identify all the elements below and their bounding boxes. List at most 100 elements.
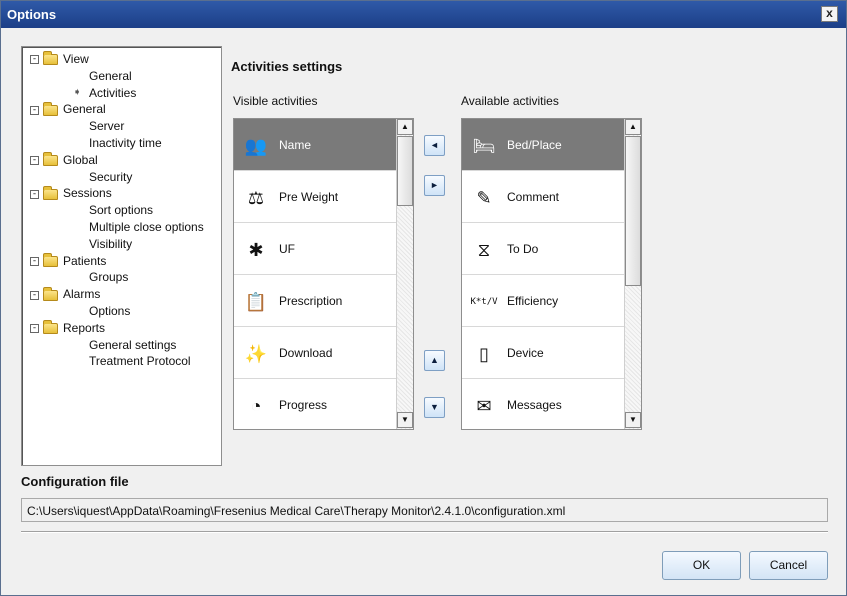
visible-activities-list[interactable]: 👥 Name ⚖ Pre Weight ✱ UF 📋 Prescription ✨ Downloa… [233,118,414,430]
tree-leaf-label: Options [89,304,131,318]
activity-row[interactable]: ✉ Messages [462,379,624,429]
tree-leaf[interactable]: Treatment Protocol [89,353,191,369]
separator [21,531,828,533]
collapse-toggle-icon[interactable]: - [30,290,39,300]
folder-icon [43,51,58,66]
scroll-thumb[interactable] [397,136,413,206]
folder-icon [43,185,58,200]
tree-leaf-label: General [89,68,132,83]
config-file-path: C:\Users\iquest\AppData\Roaming\Freseniu… [21,498,828,522]
folder-icon [43,286,58,301]
folder-icon [43,152,58,167]
activity-label: Name [279,138,312,152]
scroll-down-button[interactable]: ▼ [397,412,413,428]
tree-node[interactable]: - Sessions [30,185,112,201]
activity-row[interactable]: ◔ Progress [234,379,396,429]
activity-row[interactable]: ⚖ Pre Weight [234,171,396,223]
activity-label: Comment [507,190,560,204]
tree-leaf-label: Inactivity time [89,136,162,150]
collapse-toggle-icon[interactable]: - [30,189,39,199]
close-button[interactable]: x [821,6,838,22]
cancel-button[interactable]: Cancel [749,551,828,580]
tree-leaf[interactable]: Visibility [89,236,132,252]
scroll-down-button[interactable]: ▼ [625,412,641,428]
tree-node[interactable]: - Reports [30,320,105,336]
tree-node-label: Alarms [63,287,101,302]
tree-node[interactable]: - Global [30,152,98,168]
activity-label: Progress [279,398,328,412]
scroll-up-button[interactable]: ▲ [625,119,641,135]
hourglass-icon: ⧖ [477,240,491,260]
tree-leaf[interactable]: Inactivity time [89,135,162,151]
activity-row[interactable]: 🛏 Bed/Place [462,119,624,171]
activity-label: UF [279,242,295,256]
collapse-toggle-icon[interactable]: - [30,324,39,334]
tree-leaf-label: General settings [89,337,177,352]
folder-icon [43,252,58,267]
activity-label: Prescription [279,294,343,308]
current-arrow-icon: ➧ [73,86,82,98]
tree-leaf[interactable]: Multiple close options [89,219,204,235]
collapse-toggle-icon[interactable]: - [30,105,39,115]
tree-node[interactable]: - Patients [30,252,107,269]
window-title: Options [7,7,57,22]
options-tree[interactable]: - View General ➧ Activities - General Server Ina… [21,46,222,466]
move-down-button[interactable]: ▼ [424,397,445,418]
activity-row[interactable]: ▯ Device [462,327,624,379]
tree-leaf[interactable]: Groups [89,269,128,285]
tree-node-label: View [63,52,89,66]
envelope-icon: ✉ [476,396,492,416]
collapse-toggle-icon[interactable]: - [30,55,39,65]
activity-row[interactable]: 📋 Prescription [234,275,396,327]
activity-label: Pre Weight [279,190,339,204]
options-dialog: Options x - View General ➧ Activities - Genera… [0,0,847,596]
move-to-visible-button[interactable]: ◄ [424,135,445,156]
collapse-toggle-icon[interactable]: - [30,156,39,166]
tree-leaf[interactable]: General settings [89,337,176,353]
title-bar: Options x [1,1,846,28]
tree-node[interactable]: - View [30,51,89,67]
uf-icon: ✱ [248,240,264,260]
tree-node-label: Patients [63,253,107,268]
tree-leaf-label: Activities [89,85,137,100]
activity-label: Download [279,346,333,360]
move-up-button[interactable]: ▲ [424,350,445,371]
config-file-title: Configuration file [21,474,129,489]
activity-row[interactable]: K*t/V Efficiency [462,275,624,327]
move-to-available-button[interactable]: ► [424,175,445,196]
tree-leaf[interactable]: Security [89,169,132,185]
formula-icon: K*t/V [470,297,498,307]
tree-leaf-label: Visibility [89,236,133,251]
tree-leaf[interactable]: Sort options [89,202,153,218]
tree-node[interactable]: - Alarms [30,286,100,302]
scroll-up-button[interactable]: ▲ [397,119,413,135]
folder-icon [43,101,58,116]
comment-icon: ✎ [476,188,492,208]
tree-node[interactable]: - General [30,101,106,117]
tree-leaf[interactable]: Options [89,303,130,319]
progress-icon: ◔ [250,396,262,416]
scroll-thumb[interactable] [625,136,641,286]
available-activities-list[interactable]: 🛏 Bed/Place ✎ Comment ⧖ To Do K*t/V Efficiency ▯… [461,118,642,430]
activity-label: Bed/Place [507,138,562,152]
activity-label: Device [507,346,544,360]
tree-leaf[interactable]: Server [89,118,124,134]
ok-button[interactable]: OK [662,551,741,580]
people-icon: 👥 [244,136,268,156]
bed-icon: 🛏 [472,136,496,156]
activity-row[interactable]: ✱ UF [234,223,396,275]
activity-row[interactable]: ✎ Comment [462,171,624,223]
activity-label: To Do [507,242,539,256]
tree-leaf[interactable]: ➧ Activities [73,85,137,101]
available-list-scrollbar[interactable]: ▲ ▼ [624,119,641,429]
visible-activities-label: Visible activities [233,94,318,108]
folder-icon [43,320,58,335]
activity-row[interactable]: ⧖ To Do [462,223,624,275]
tree-node-label: General [63,102,106,117]
visible-list-scrollbar[interactable]: ▲ ▼ [396,119,413,429]
activity-row[interactable]: 👥 Name [234,119,396,171]
activity-row[interactable]: ✨ Download [234,327,396,379]
tree-leaf[interactable]: General [89,68,132,84]
tree-node-label: Global [63,152,98,167]
collapse-toggle-icon[interactable]: - [30,256,39,266]
